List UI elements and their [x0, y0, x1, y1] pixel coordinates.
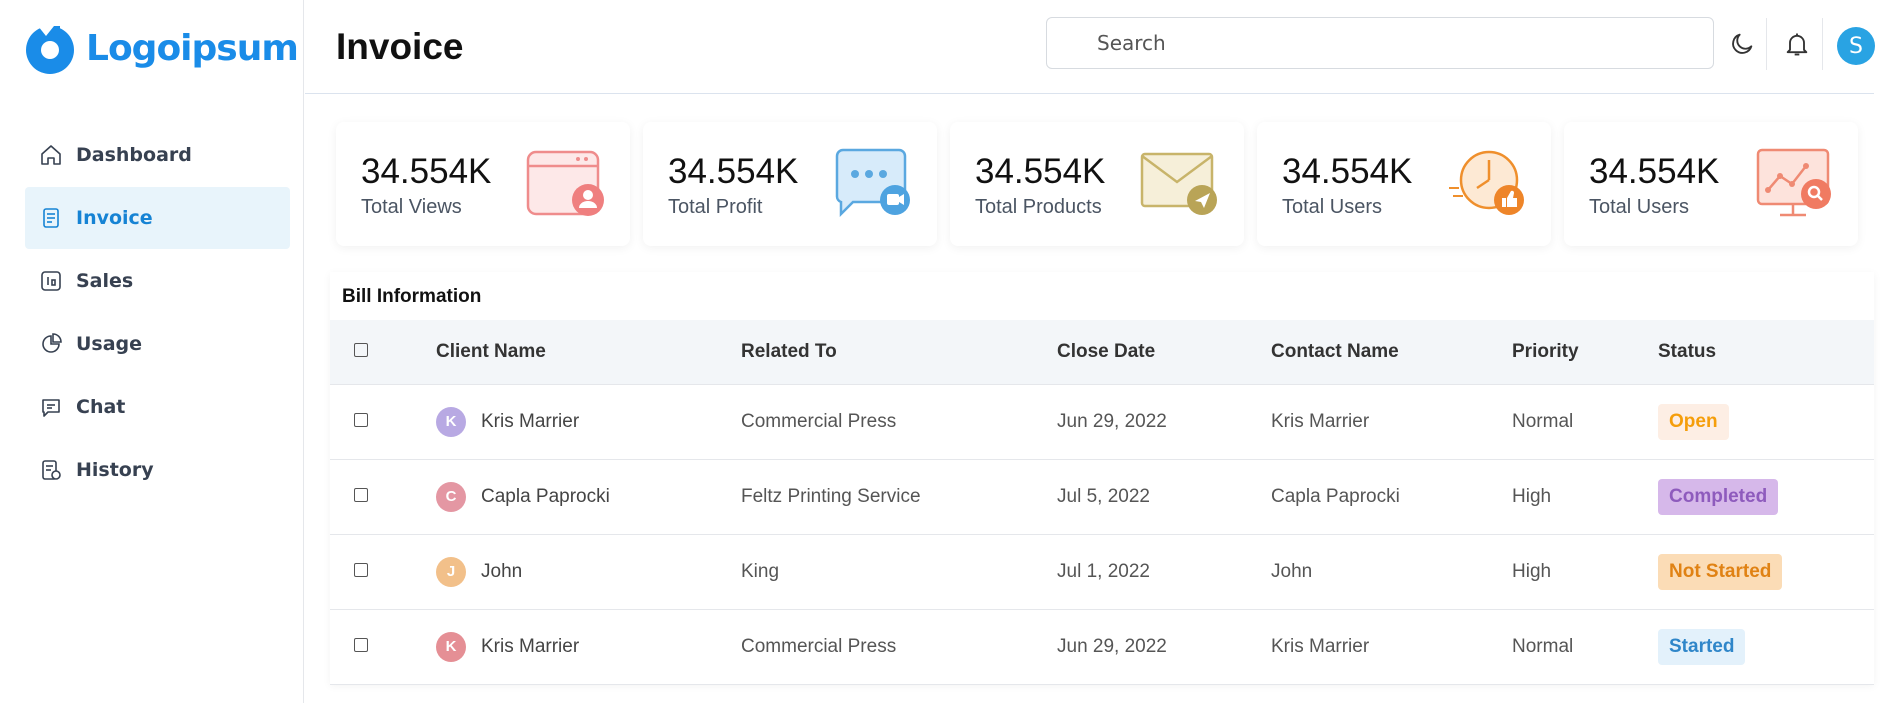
table-row[interactable]: C Capla Paprocki Feltz Printing Service J… — [330, 459, 1874, 534]
pie-icon — [38, 331, 64, 357]
client-name: Capla Paprocki — [481, 485, 610, 507]
close-date: Jul 5, 2022 — [1057, 485, 1150, 507]
sidebar-item-dashboard[interactable]: Dashboard — [25, 124, 290, 186]
select-all-checkbox[interactable] — [354, 342, 368, 357]
stat-value: 34.554K — [975, 152, 1106, 191]
sidebar-item-history[interactable]: History — [25, 439, 290, 501]
sidebar-item-label: Sales — [76, 270, 134, 292]
column-header[interactable]: Close Date — [1057, 320, 1271, 384]
invoice-icon — [38, 205, 64, 231]
stat-card: 34.554K Total Profit — [643, 122, 937, 246]
browser-user-icon — [526, 150, 604, 216]
stat-value: 34.554K — [1589, 152, 1720, 191]
related-to: Commercial Press — [741, 635, 897, 657]
logo-text: Logoipsum — [86, 27, 299, 69]
logo[interactable]: Logoipsum — [24, 22, 299, 74]
related-to: Feltz Printing Service — [741, 485, 921, 507]
close-date: Jun 29, 2022 — [1057, 410, 1167, 432]
stat-value: 34.554K — [361, 152, 492, 191]
sidebar-item-label: History — [76, 459, 154, 481]
stat-value: 34.554K — [1282, 152, 1413, 191]
chat-video-icon — [835, 148, 910, 218]
contact-name: Capla Paprocki — [1271, 485, 1400, 507]
section-title: Bill Information — [342, 286, 482, 307]
table-row[interactable]: J John King Jul 1, 2022 John High Not Sta… — [330, 534, 1874, 609]
status-badge: Open — [1658, 403, 1729, 440]
row-checkbox[interactable] — [354, 487, 368, 502]
bill-information-panel: Bill Information Client Name Related To … — [330, 272, 1874, 684]
sales-icon — [38, 268, 64, 294]
row-checkbox[interactable] — [354, 412, 368, 427]
sidebar-item-label: Chat — [76, 396, 126, 418]
status-badge: Started — [1658, 628, 1746, 665]
row-checkbox[interactable] — [354, 637, 368, 652]
sidebar-item-label: Invoice — [76, 207, 153, 229]
priority: High — [1512, 485, 1552, 507]
avatar: K — [436, 406, 466, 437]
stat-card: 34.554K Total Views — [336, 122, 630, 246]
bill-table: Client Name Related To Close Date Contac… — [330, 320, 1874, 685]
client-name: John — [481, 560, 523, 582]
table-row[interactable]: K Kris Marrier Commercial Press Jun 29, 2… — [330, 609, 1874, 684]
stat-card: 34.554K Total Products — [950, 122, 1244, 246]
column-header[interactable]: Related To — [741, 320, 1057, 384]
related-to: Commercial Press — [741, 410, 897, 432]
stat-card: 34.554K Total Users — [1257, 122, 1551, 246]
stat-label: Total Users — [1589, 196, 1690, 218]
priority: Normal — [1512, 410, 1574, 432]
avatar[interactable]: S — [1837, 27, 1875, 65]
history-icon — [38, 457, 64, 483]
contact-name: Kris Marrier — [1271, 635, 1370, 657]
client-name: Kris Marrier — [481, 635, 580, 657]
column-header[interactable]: Contact Name — [1271, 320, 1512, 384]
divider — [1822, 18, 1823, 70]
contact-name: John — [1271, 560, 1313, 582]
stat-label: Total Users — [1282, 196, 1383, 218]
home-icon — [38, 142, 64, 168]
table-row[interactable]: K Kris Marrier Commercial Press Jun 29, 2… — [330, 384, 1874, 459]
sidebar-item-usage[interactable]: Usage — [25, 313, 290, 375]
moon-icon[interactable] — [1722, 24, 1762, 64]
client-name: Kris Marrier — [481, 410, 580, 432]
sidebar-item-label: Usage — [76, 333, 143, 355]
header: Invoice S — [305, 0, 1875, 94]
status-badge: Completed — [1658, 478, 1779, 515]
sidebar-item-chat[interactable]: Chat — [25, 376, 290, 438]
stat-label: Total Profit — [668, 196, 763, 218]
stat-value: 34.554K — [668, 152, 799, 191]
sidebar-item-invoice[interactable]: Invoice — [25, 187, 290, 249]
contact-name: Kris Marrier — [1271, 410, 1370, 432]
sidebar-nav: Dashboard Invoice Sales Usage Chat Histo… — [25, 124, 290, 502]
sidebar: Logoipsum Dashboard Invoice Sales Usage — [0, 0, 304, 703]
bell-icon[interactable] — [1777, 24, 1817, 64]
page-title: Invoice — [336, 26, 464, 67]
search-input[interactable] — [1046, 17, 1714, 69]
close-date: Jun 29, 2022 — [1057, 635, 1167, 657]
close-date: Jul 1, 2022 — [1057, 560, 1150, 582]
avatar: C — [436, 481, 466, 512]
priority: High — [1512, 560, 1552, 582]
status-badge: Not Started — [1658, 553, 1783, 590]
column-header[interactable]: Priority — [1512, 320, 1658, 384]
avatar: J — [436, 556, 466, 587]
sidebar-item-sales[interactable]: Sales — [25, 250, 290, 312]
stat-card: 34.554K Total Users — [1564, 122, 1858, 246]
row-checkbox[interactable] — [354, 562, 368, 577]
logo-icon — [26, 26, 74, 74]
related-to: King — [741, 560, 780, 582]
column-header[interactable]: Client Name — [436, 320, 741, 384]
table-header-row: Client Name Related To Close Date Contac… — [330, 320, 1874, 384]
divider — [1766, 18, 1767, 70]
chat-icon — [38, 394, 64, 420]
monitor-search-icon — [1756, 148, 1831, 217]
envelope-send-icon — [1140, 152, 1217, 215]
column-header[interactable]: Status — [1658, 320, 1874, 384]
avatar: K — [436, 631, 466, 662]
stat-label: Total Views — [361, 196, 462, 218]
clock-like-icon — [1449, 150, 1524, 215]
sidebar-item-label: Dashboard — [76, 144, 192, 166]
priority: Normal — [1512, 635, 1574, 657]
stat-label: Total Products — [975, 196, 1102, 218]
